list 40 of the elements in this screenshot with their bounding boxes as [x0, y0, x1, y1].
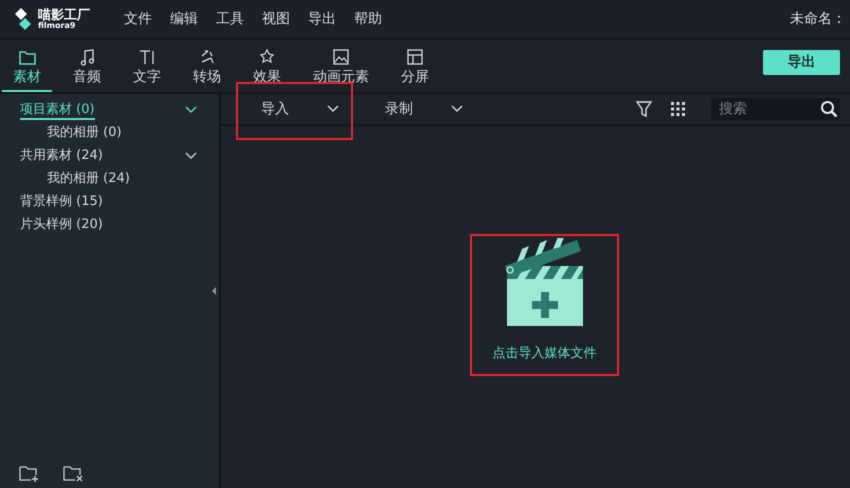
tab[interactable]: 分屏 — [390, 40, 440, 92]
search-field[interactable]: 搜索 — [711, 98, 840, 120]
chevron-down-icon[interactable] — [185, 152, 197, 160]
grid-view-icon[interactable] — [669, 100, 687, 118]
chevron-down-icon — [451, 105, 463, 113]
split-icon — [406, 48, 424, 66]
filter-icon[interactable] — [635, 100, 653, 118]
new-folder-icon[interactable] — [19, 464, 41, 482]
chevron-down-icon[interactable] — [185, 106, 197, 114]
dropdown-button[interactable]: 录制 — [345, 94, 469, 124]
sidebar-item[interactable]: 我的相册 (0) — [47, 122, 122, 142]
project-title: 未命名： — [790, 10, 847, 28]
logo-icon — [14, 8, 32, 30]
export-button[interactable]: 导出 — [763, 50, 840, 75]
menu-item[interactable]: 视图 — [262, 10, 290, 28]
chevron-down-icon — [327, 105, 339, 113]
music-icon — [78, 48, 96, 66]
image-icon — [332, 48, 350, 66]
delete-folder-icon[interactable] — [63, 464, 85, 482]
tab[interactable]: 音频 — [62, 40, 112, 92]
app-name: 喵影工厂 — [38, 8, 90, 22]
menu-item[interactable]: 导出 — [308, 10, 336, 28]
tab[interactable]: 文字 — [122, 40, 172, 92]
sidebar-item[interactable]: 共用素材 (24) — [20, 146, 103, 166]
import-media-area[interactable]: 点击导入媒体文件 — [470, 234, 619, 376]
sidebar-item[interactable]: 背景样例 (15) — [20, 192, 103, 212]
menu-item[interactable]: 工具 — [216, 10, 244, 28]
search-icon[interactable] — [820, 100, 838, 118]
menu-item[interactable]: 文件 — [124, 10, 152, 28]
sidebar-item[interactable]: 片头样例 (20) — [20, 214, 103, 234]
menu-item[interactable]: 编辑 — [170, 10, 198, 28]
app-subname: filmora9 — [38, 22, 76, 30]
text-icon — [138, 48, 156, 66]
tab[interactable]: 素材 — [2, 40, 52, 92]
collapse-handle-icon[interactable] — [211, 286, 217, 296]
tab[interactable]: 转场 — [182, 40, 232, 92]
sidebar-item[interactable]: 项目素材 (0) — [20, 100, 95, 120]
sidebar-item[interactable]: 我的相册 (24) — [47, 168, 130, 188]
menu-item[interactable]: 帮助 — [354, 10, 382, 28]
effect-icon — [258, 48, 276, 66]
